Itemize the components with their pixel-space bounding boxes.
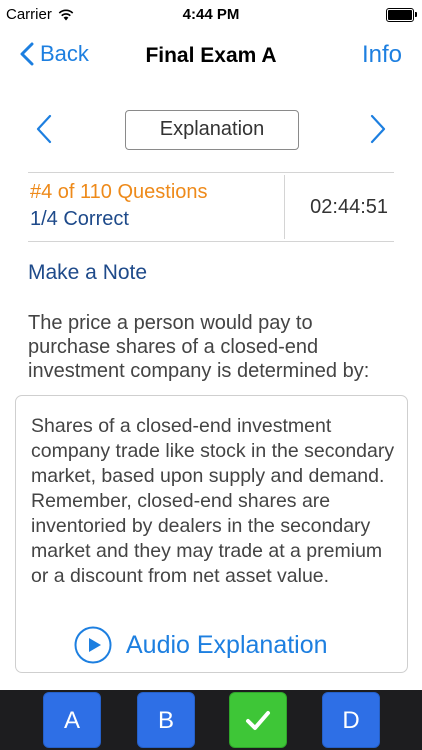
explanation-card: Shares of a closed-end investment compan… (15, 395, 408, 673)
status-bar: Carrier 4:44 PM (0, 0, 422, 30)
chevron-left-icon (36, 114, 52, 144)
audio-explanation-label: Audio Explanation (126, 630, 328, 659)
previous-question-button[interactable] (36, 114, 52, 149)
make-note-link[interactable]: Make a Note (28, 261, 147, 285)
audio-explanation-button[interactable]: Audio Explanation (74, 626, 328, 664)
battery-icon (386, 8, 417, 22)
correct-count: 1/4 Correct (30, 208, 129, 230)
next-question-button[interactable] (370, 114, 386, 149)
answer-d-button[interactable]: D (322, 692, 380, 748)
chevron-right-icon (370, 114, 386, 144)
explanation-button[interactable]: Explanation (125, 110, 299, 150)
question-controls: Explanation (0, 100, 422, 160)
nav-bar: Back Final Exam A Info (0, 30, 422, 82)
checkmark-icon (246, 711, 270, 730)
divider (28, 241, 394, 242)
divider (28, 172, 394, 173)
question-count: #4 of 110 Questions (30, 181, 208, 203)
status-time: 4:44 PM (182, 6, 240, 23)
chevron-left-icon (20, 42, 34, 66)
timer: 02:44:51 (310, 196, 388, 218)
info-button[interactable]: Info (362, 41, 402, 69)
vertical-divider (284, 175, 285, 239)
answer-a-button[interactable]: A (43, 692, 101, 748)
back-button[interactable]: Back (20, 41, 89, 67)
answer-b-button[interactable]: B (137, 692, 195, 748)
answer-bar: A B D (0, 690, 422, 750)
back-label: Back (40, 41, 89, 66)
question-text: The price a person would pay to purchase… (28, 312, 370, 382)
answer-c-button[interactable] (229, 692, 287, 748)
play-icon (74, 626, 112, 664)
explanation-text: Shares of a closed-end investment compan… (31, 415, 395, 587)
progress-info: #4 of 110 Questions 1/4 Correct 02:44:51 (28, 175, 394, 239)
